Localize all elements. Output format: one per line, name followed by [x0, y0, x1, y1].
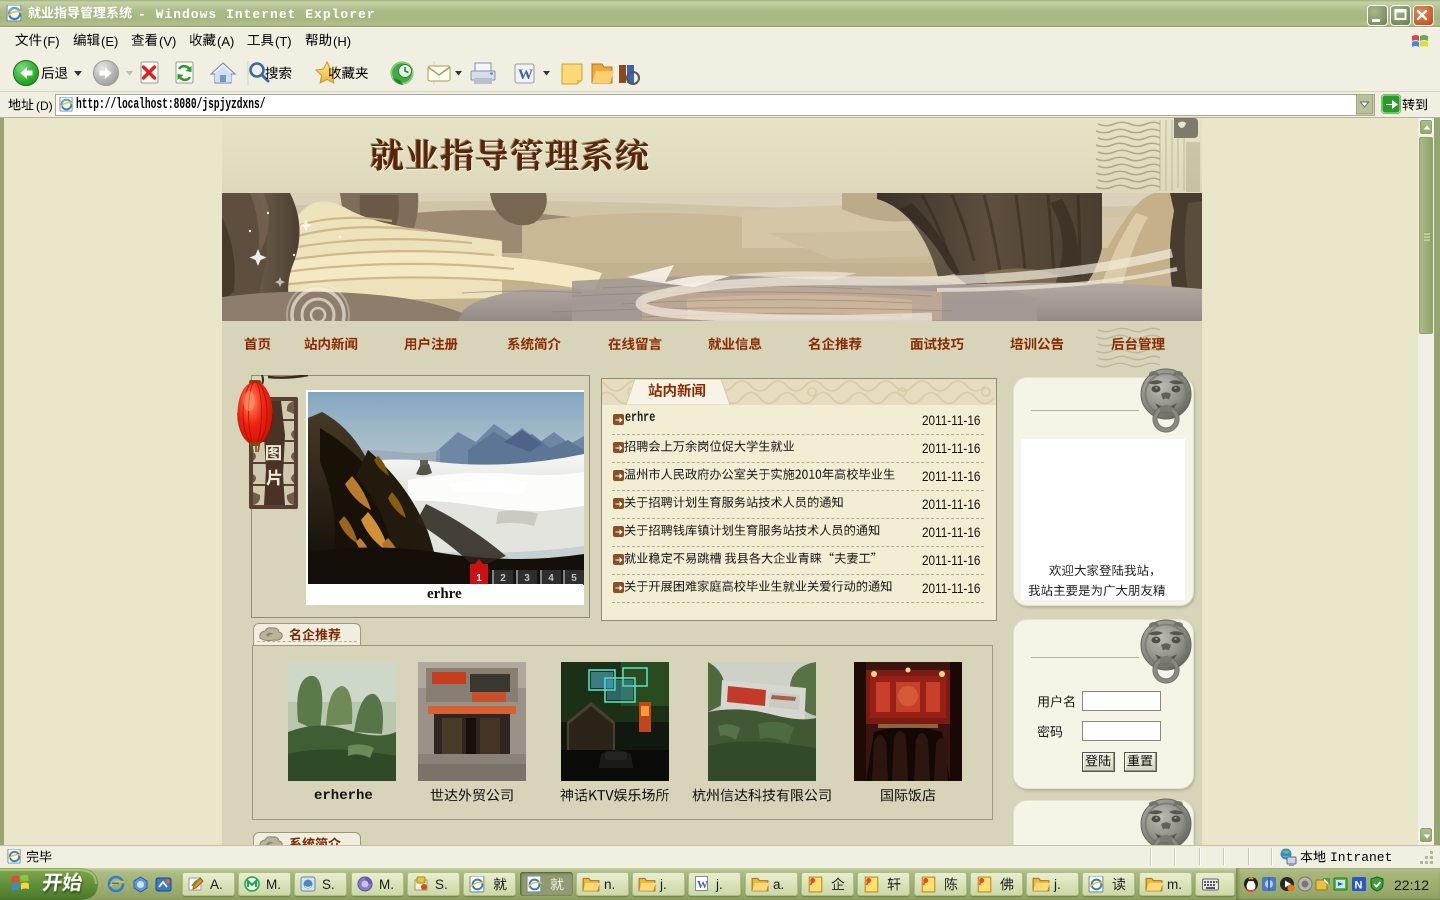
svg-text:W: W	[518, 67, 533, 83]
svg-text:3: 3	[524, 573, 530, 584]
svg-text:5: 5	[571, 573, 577, 584]
svg-text:4: 4	[548, 573, 554, 584]
svg-text:N: N	[1355, 880, 1363, 892]
svg-text:1: 1	[476, 573, 482, 584]
svg-text:W: W	[697, 879, 708, 891]
svg-text:2: 2	[500, 573, 506, 584]
